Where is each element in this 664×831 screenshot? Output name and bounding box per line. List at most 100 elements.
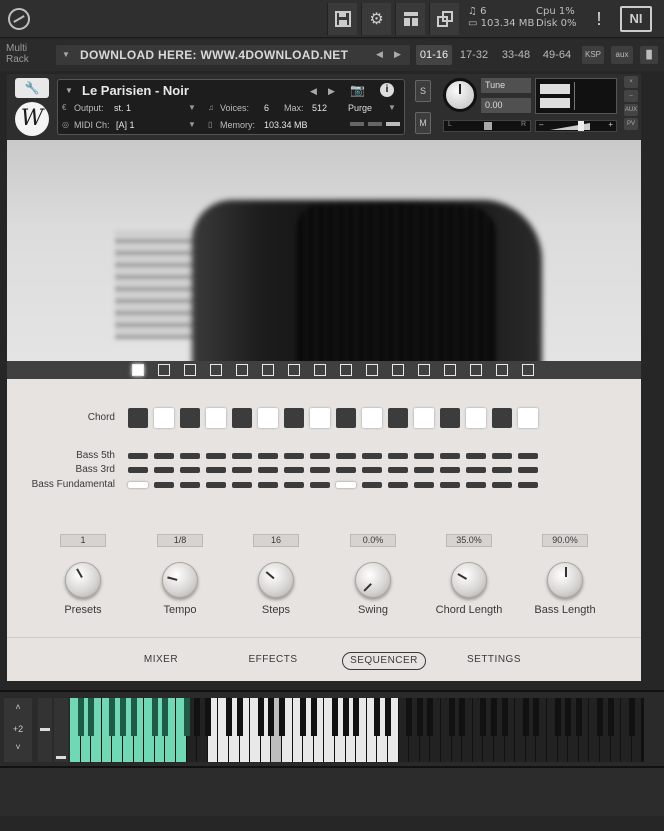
rack-tab-01-16[interactable]: 01-16 <box>416 45 452 65</box>
camera-icon[interactable]: 📷 <box>350 83 365 97</box>
rack-tab-17-32[interactable]: 17-32 <box>456 45 492 65</box>
chord-step-button[interactable] <box>154 408 174 428</box>
mixer-toggle-icon[interactable]: ▐▌ <box>640 46 658 64</box>
rack-mode-label[interactable]: Multi Rack <box>6 43 46 65</box>
multi-name-field[interactable]: ▼ DOWNLOAD HERE: WWW.4DOWNLOAD.NET ◀ ▶ <box>56 45 410 65</box>
tune-knob[interactable] <box>443 78 477 112</box>
black-key[interactable] <box>162 698 169 736</box>
bassfund-step-button[interactable] <box>284 482 304 488</box>
gear-icon[interactable]: ⚙ <box>361 3 391 35</box>
bass3-step-button[interactable] <box>336 467 356 473</box>
bass5-step-button[interactable] <box>310 453 330 459</box>
bass5-step-button[interactable] <box>388 453 408 459</box>
black-key[interactable] <box>522 698 529 736</box>
view-layout-icon[interactable] <box>395 3 425 35</box>
chord-length-knob[interactable] <box>451 562 487 598</box>
pan-slider[interactable]: L R <box>443 120 531 132</box>
instrument-logo[interactable]: W <box>15 102 49 136</box>
bass3-step-button[interactable] <box>180 467 200 473</box>
bass3-step-button[interactable] <box>518 467 538 473</box>
black-key[interactable] <box>628 698 635 736</box>
tab-effects[interactable]: EFFECTS <box>241 652 305 670</box>
aux-toggle-button[interactable]: AUX <box>624 104 638 116</box>
next-arrow-icon[interactable]: ▶ <box>394 49 401 60</box>
bass3-step-button[interactable] <box>258 467 278 473</box>
bass3-step-button[interactable] <box>310 467 330 473</box>
black-key[interactable] <box>236 698 243 736</box>
tab-sequencer[interactable]: SEQUENCER <box>342 652 426 670</box>
black-key[interactable] <box>501 698 508 736</box>
chord-step-button[interactable] <box>518 408 538 428</box>
black-key[interactable] <box>406 698 413 736</box>
bass5-step-button[interactable] <box>362 453 382 459</box>
tune-value[interactable]: 0.00 <box>481 98 531 113</box>
solo-button[interactable]: S <box>415 80 431 102</box>
prev-arrow-icon[interactable]: ◀ <box>376 49 383 60</box>
black-key[interactable] <box>342 698 349 736</box>
volume-slider[interactable]: – + <box>535 120 617 132</box>
bass5-step-button[interactable] <box>492 453 512 459</box>
midi-channel-value[interactable]: [A] 1 <box>116 120 135 130</box>
bass3-step-button[interactable] <box>388 467 408 473</box>
bass3-step-button[interactable] <box>206 467 226 473</box>
black-key[interactable] <box>183 698 190 736</box>
bass5-step-button[interactable] <box>180 453 200 459</box>
chord-step-button[interactable] <box>180 408 200 428</box>
bass5-step-button[interactable] <box>518 453 538 459</box>
bassfund-step-button[interactable] <box>206 482 226 488</box>
bass5-step-button[interactable] <box>232 453 252 459</box>
steps-knob[interactable] <box>258 562 294 598</box>
bassfund-step-button[interactable] <box>232 482 252 488</box>
purge-button[interactable]: Purge <box>348 103 372 113</box>
bass5-step-button[interactable] <box>336 453 356 459</box>
black-key[interactable] <box>257 698 264 736</box>
bass3-step-button[interactable] <box>440 467 460 473</box>
bass5-step-button[interactable] <box>466 453 486 459</box>
bass-length-knob[interactable] <box>547 562 583 598</box>
octave-up-icon[interactable]: ˄ <box>4 702 32 712</box>
black-key[interactable] <box>332 698 338 736</box>
kontakt-logo-icon[interactable] <box>8 8 30 30</box>
black-key[interactable] <box>120 698 126 736</box>
chord-step-button[interactable] <box>206 408 226 428</box>
black-key[interactable] <box>416 698 423 736</box>
purge-dropdown-icon[interactable]: ▼ <box>388 103 396 112</box>
bass3-step-button[interactable] <box>284 467 304 473</box>
mod-wheel[interactable] <box>54 698 68 762</box>
pitch-wheel-handle[interactable] <box>40 728 50 731</box>
octave-control[interactable]: ˄ +2 ˅ <box>4 698 32 762</box>
max-voices-value[interactable]: 512 <box>312 103 327 113</box>
bass3-step-button[interactable] <box>128 467 148 473</box>
bassfund-step-button[interactable] <box>388 482 408 488</box>
ni-logo-icon[interactable]: NI <box>620 6 652 32</box>
swing-knob[interactable] <box>355 562 391 598</box>
black-key[interactable] <box>533 698 540 736</box>
bass5-step-button[interactable] <box>258 453 278 459</box>
black-key[interactable] <box>491 698 497 736</box>
black-key[interactable] <box>597 698 603 736</box>
chord-step-button[interactable] <box>284 408 304 428</box>
rack-tab-33-48[interactable]: 33-48 <box>497 45 535 65</box>
bassfund-step-button[interactable] <box>310 482 330 488</box>
pv-toggle-button[interactable]: PV <box>624 118 638 130</box>
tab-mixer[interactable]: MIXER <box>131 652 191 670</box>
black-key[interactable] <box>151 698 158 736</box>
bassfund-step-button[interactable] <box>180 482 200 488</box>
bassfund-step-button[interactable] <box>128 482 148 488</box>
bassfund-step-button[interactable] <box>466 482 486 488</box>
tab-settings[interactable]: SETTINGS <box>459 652 529 670</box>
pan-handle[interactable] <box>484 122 492 130</box>
bass5-step-button[interactable] <box>154 453 174 459</box>
next-instrument-icon[interactable]: ▶ <box>328 86 335 97</box>
bass3-step-button[interactable] <box>362 467 382 473</box>
output-value[interactable]: st. 1 <box>114 103 131 113</box>
black-key[interactable] <box>427 698 434 736</box>
info-icon[interactable]: i <box>380 83 394 97</box>
resize-window-icon[interactable] <box>429 3 459 35</box>
mute-button[interactable]: M <box>415 112 431 134</box>
chord-step-button[interactable] <box>310 408 330 428</box>
tempo-knob[interactable] <box>162 562 198 598</box>
close-instrument-icon[interactable]: × <box>624 76 638 88</box>
black-key[interactable] <box>268 698 275 736</box>
bassfund-step-button[interactable] <box>440 482 460 488</box>
